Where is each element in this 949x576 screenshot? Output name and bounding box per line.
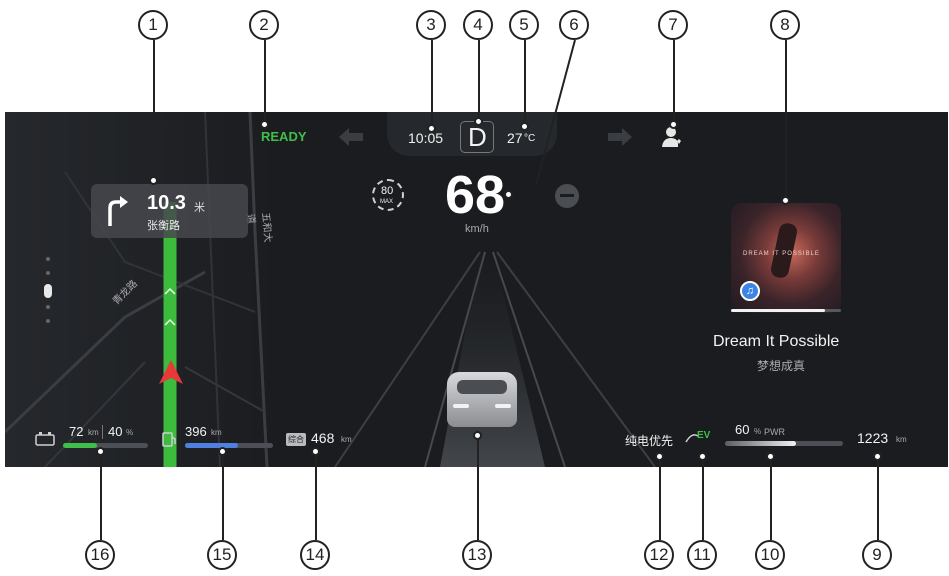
speed-limit-tag: MAX bbox=[380, 199, 394, 205]
callout-6: 6 bbox=[559, 10, 589, 40]
callout-11: 11 bbox=[687, 540, 717, 570]
left-turn-signal-icon bbox=[339, 128, 363, 146]
drive-mode-label: 纯电优先 bbox=[625, 434, 674, 448]
power-bar bbox=[725, 441, 843, 446]
song-subtitle: 梦想成真 bbox=[757, 359, 806, 373]
fuel-pump-icon bbox=[162, 432, 176, 447]
callout-3: 3 bbox=[416, 10, 446, 40]
outside-temperature: 27 bbox=[507, 130, 523, 146]
turn-distance: 10.3 bbox=[147, 192, 186, 214]
odometer-unit: km bbox=[896, 435, 907, 444]
navigation-arrow-icon bbox=[159, 360, 183, 384]
turn-guidance-card[interactable]: 10.3 米 张衡路 bbox=[91, 184, 248, 238]
music-app-icon: ♫ bbox=[740, 281, 760, 301]
map-layer-indicator[interactable] bbox=[44, 257, 52, 327]
battery-icon bbox=[35, 432, 55, 446]
turn-distance-unit: 米 bbox=[194, 202, 205, 214]
battery-percent: 40 bbox=[108, 424, 123, 439]
battery-level-bar bbox=[63, 443, 148, 448]
battery-range-unit: km bbox=[88, 428, 99, 437]
combined-range-tag: 综合 bbox=[286, 433, 306, 446]
speed-unit: km/h bbox=[465, 223, 489, 235]
callout-14: 14 bbox=[300, 540, 330, 570]
callout-1: 1 bbox=[138, 10, 168, 40]
ego-vehicle bbox=[447, 372, 517, 427]
driver-profile-icon[interactable] bbox=[662, 126, 682, 148]
callout-15: 15 bbox=[207, 540, 237, 570]
fuel-level-bar bbox=[185, 443, 273, 448]
vehicle-speed: 68 bbox=[445, 165, 506, 225]
callout-5: 5 bbox=[509, 10, 539, 40]
song-title: Dream It Possible bbox=[713, 333, 840, 350]
fuel-range-unit: km bbox=[211, 428, 222, 437]
battery-range: 72 bbox=[69, 424, 84, 439]
combined-range: 468 bbox=[311, 430, 335, 446]
callout-2: 2 bbox=[249, 10, 279, 40]
callout-16: 16 bbox=[85, 540, 115, 570]
ready-indicator: READY bbox=[261, 129, 307, 144]
callout-12: 12 bbox=[644, 540, 674, 570]
cruise-control-icon bbox=[555, 184, 579, 208]
combined-range-unit: km bbox=[341, 435, 352, 444]
turn-right-icon bbox=[108, 196, 128, 226]
callout-10: 10 bbox=[755, 540, 785, 570]
callout-7: 7 bbox=[658, 10, 688, 40]
power-unit: % bbox=[754, 427, 762, 436]
gear-indicator: D bbox=[468, 122, 487, 152]
media-progress-bar[interactable] bbox=[731, 309, 841, 312]
speed-limit-value: 80 bbox=[381, 185, 394, 197]
callout-9: 9 bbox=[862, 540, 892, 570]
battery-percent-unit: % bbox=[126, 428, 134, 437]
turn-road-name: 张衡路 bbox=[147, 220, 180, 232]
navigation-map: 青龙路 五和大道 bbox=[5, 112, 280, 467]
power-value: 60 bbox=[735, 422, 750, 437]
clock-time: 10:05 bbox=[408, 130, 444, 146]
callout-8: 8 bbox=[770, 10, 800, 40]
temperature-unit: °C bbox=[524, 133, 536, 144]
album-art-text: DREAM IT POSSIBLE bbox=[743, 251, 820, 257]
right-turn-signal-icon bbox=[608, 128, 632, 146]
album-art[interactable]: DREAM IT POSSIBLE ♫ bbox=[731, 203, 841, 313]
instrument-cluster: 青龙路 五和大道 10.3 米 张衡路 READY 10:05 D 27 °C … bbox=[5, 112, 948, 467]
callout-4: 4 bbox=[463, 10, 493, 40]
odometer-value: 1223 bbox=[857, 430, 889, 446]
fuel-range: 396 bbox=[185, 424, 207, 439]
ev-mode-badge: EV bbox=[697, 430, 711, 441]
power-label: PWR bbox=[764, 427, 785, 437]
map-road-label: 五和大道 bbox=[244, 212, 273, 243]
callout-13: 13 bbox=[462, 540, 492, 570]
